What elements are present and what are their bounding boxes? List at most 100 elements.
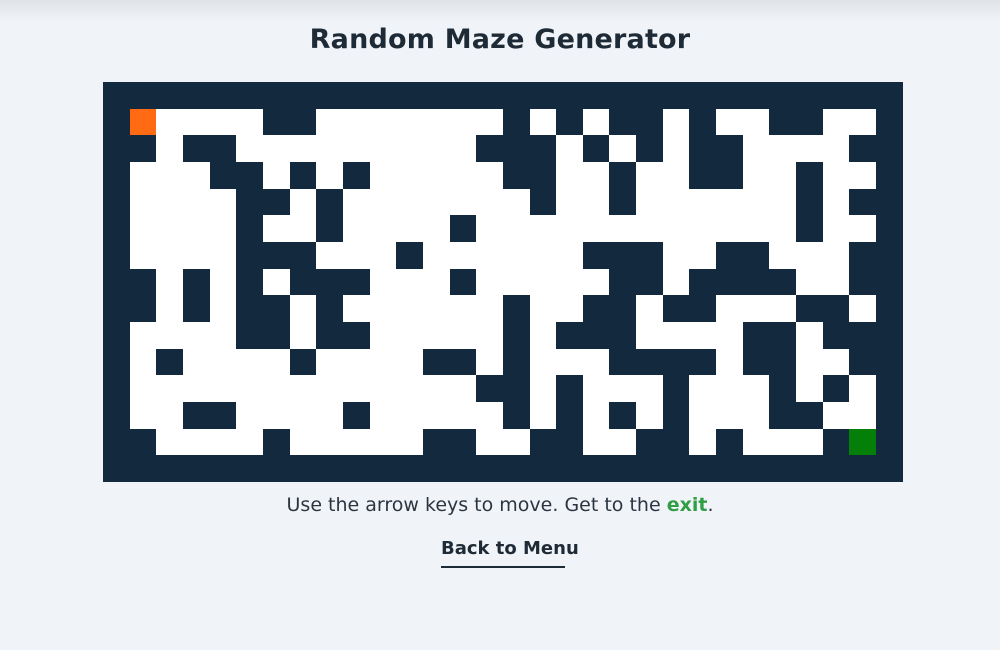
maze-wall-cell (849, 268, 877, 296)
maze-path-cell (422, 108, 450, 136)
back-to-menu-link[interactable]: Back to Menu (441, 538, 579, 568)
maze-path-cell (129, 348, 157, 376)
maze-wall-cell (502, 295, 530, 322)
maze-path-cell (689, 321, 717, 349)
maze-path-cell (396, 161, 423, 189)
maze-wall-cell (822, 82, 850, 109)
maze-path-cell (582, 108, 610, 136)
maze-path-cell (716, 375, 743, 402)
maze-path-cell (342, 295, 370, 322)
maze-path-cell (369, 375, 397, 402)
maze-path-cell (636, 401, 663, 429)
maze-path-cell (769, 241, 797, 269)
maze-wall-cell (636, 428, 663, 456)
maze-wall-cell (236, 295, 263, 322)
maze-wall-cell (316, 321, 343, 349)
maze-wall-cell (103, 161, 130, 189)
maze-wall-cell (636, 82, 663, 109)
maze-wall-cell (769, 455, 797, 482)
maze-wall-cell (662, 455, 690, 482)
maze-path-cell (529, 375, 557, 402)
maze-path-cell (369, 321, 397, 349)
maze-path-cell (716, 108, 743, 136)
maze-path-cell (556, 188, 583, 216)
maze-path-cell (342, 241, 370, 269)
maze-wall-cell (742, 268, 770, 296)
maze-wall-cell (342, 268, 370, 296)
maze-wall-cell (609, 321, 637, 349)
maze-board[interactable] (103, 82, 903, 482)
maze-path-cell (662, 161, 690, 189)
maze-wall-cell (849, 188, 877, 216)
maze-wall-cell (289, 241, 317, 269)
maze-path-cell (529, 401, 557, 429)
maze-path-cell (422, 268, 450, 296)
maze-wall-cell (502, 401, 530, 429)
maze-path-cell (822, 241, 850, 269)
maze-wall-cell (289, 268, 317, 296)
maze-wall-cell (502, 348, 530, 376)
maze-wall-cell (689, 348, 717, 376)
maze-wall-cell (342, 321, 370, 349)
maze-path-cell (369, 348, 397, 376)
maze-wall-cell (556, 428, 583, 456)
maze-wall-cell (769, 108, 797, 136)
maze-path-cell (636, 321, 663, 349)
maze-wall-cell (502, 82, 530, 109)
maze-path-cell (662, 108, 690, 136)
maze-path-cell (156, 135, 183, 162)
maze-path-cell (449, 241, 477, 269)
maze-path-cell (689, 375, 717, 402)
maze-path-cell (849, 161, 877, 189)
maze-wall-cell (582, 82, 610, 109)
maze-path-cell (182, 428, 210, 456)
maze-wall-cell (716, 268, 743, 296)
maze-path-cell (742, 295, 770, 322)
maze-wall-cell (742, 321, 770, 349)
maze-path-cell (769, 161, 797, 189)
maze-path-cell (422, 375, 450, 402)
maze-path-cell (289, 295, 317, 322)
maze-wall-cell (129, 268, 157, 296)
maze-path-cell (796, 428, 823, 456)
maze-wall-cell (662, 82, 690, 109)
maze-wall-cell (476, 135, 503, 162)
maze-path-cell (662, 241, 690, 269)
maze-path-cell (156, 161, 183, 189)
maze-wall-cell (769, 82, 797, 109)
maze-wall-cell (662, 348, 690, 376)
maze-path-cell (369, 241, 397, 269)
maze-path-cell (422, 401, 450, 429)
maze-wall-cell (876, 268, 903, 296)
maze-path-cell (662, 215, 690, 242)
maze-path-cell (449, 375, 477, 402)
maze-wall-cell (316, 215, 343, 242)
maze-wall-cell (316, 455, 343, 482)
maze-path-cell (689, 428, 717, 456)
maze-path-cell (156, 428, 183, 456)
maze-wall-cell (209, 82, 237, 109)
maze-wall-cell (289, 108, 317, 136)
maze-wall-cell (422, 428, 450, 456)
maze-path-cell (289, 321, 317, 349)
maze-path-cell (449, 135, 477, 162)
maze-wall-cell (609, 108, 637, 136)
maze-wall-cell (396, 82, 423, 109)
maze-wall-cell (582, 455, 610, 482)
maze-path-cell (422, 241, 450, 269)
maze-path-cell (236, 108, 263, 136)
maze-path-cell (556, 241, 583, 269)
maze-path-cell (476, 401, 503, 429)
maze-path-cell (769, 215, 797, 242)
maze-wall-cell (609, 295, 637, 322)
maze-wall-cell (529, 188, 557, 216)
maze-path-cell (609, 135, 637, 162)
maze-path-cell (476, 215, 503, 242)
maze-path-cell (796, 241, 823, 269)
maze-wall-cell (449, 348, 477, 376)
maze-wall-cell (449, 215, 477, 242)
maze-path-cell (716, 401, 743, 429)
maze-wall-cell (156, 455, 183, 482)
maze-path-cell (369, 295, 397, 322)
maze-wall-cell (796, 401, 823, 429)
